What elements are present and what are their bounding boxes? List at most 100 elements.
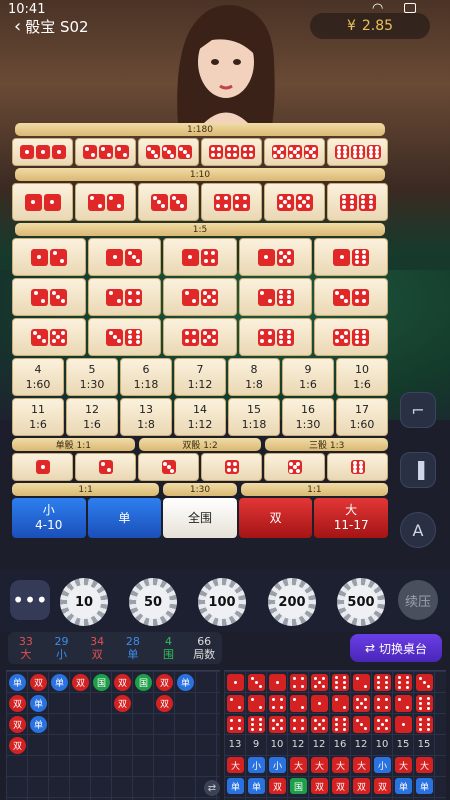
history-tag: 单 <box>248 778 265 794</box>
chip-10[interactable]: 10 <box>60 578 108 626</box>
total-bet-6[interactable]: 6 1:18 <box>120 358 172 396</box>
total-bet-5[interactable]: 5 1:30 <box>66 358 118 396</box>
triple-bet-1[interactable] <box>12 138 73 166</box>
chart-icon[interactable]: ▐ <box>400 452 436 488</box>
double-bet-5[interactable] <box>264 183 325 221</box>
total-bet-15[interactable]: 15 1:18 <box>228 398 280 436</box>
main-bets: 小 4-10 单 全围 双 大 11-17 <box>12 498 388 538</box>
bead: 单 <box>51 674 68 691</box>
triple-bet-6[interactable] <box>327 138 388 166</box>
combo-bet-1-2[interactable] <box>12 238 86 276</box>
die-face-5-icon <box>287 460 302 474</box>
stats-panel: 33 大 29 小 34 双 28 单 4 围 66 局数 <box>8 632 222 664</box>
any-triple-payout: 1:30 <box>163 483 237 496</box>
history-tag: 单 <box>395 778 412 794</box>
die-face-3-icon <box>150 193 168 211</box>
total-bet-13[interactable]: 13 1:8 <box>120 398 172 436</box>
double-bet-6[interactable] <box>327 183 388 221</box>
chip-500[interactable]: 500 <box>337 578 385 626</box>
single-die-bet-6[interactable] <box>327 453 388 481</box>
combo-bet-1-5[interactable] <box>238 238 313 276</box>
chevron-left-icon[interactable]: ‹ <box>14 16 21 37</box>
combo-bet-3-4[interactable] <box>314 278 388 316</box>
combo-bet-3-5[interactable] <box>12 318 86 356</box>
total-bet-10[interactable]: 10 1:6 <box>336 358 388 396</box>
switch-table-button[interactable]: ⇄ 切换桌台 <box>350 634 442 662</box>
combo-bet-2-6[interactable] <box>238 278 313 316</box>
total-payout: 1:8 <box>137 418 155 431</box>
double-bet-3[interactable] <box>138 183 199 221</box>
die-face-5-icon <box>271 145 286 159</box>
total-bet-8[interactable]: 8 1:8 <box>228 358 280 396</box>
combo-bet-1-4[interactable] <box>163 238 237 276</box>
total-number: 11 <box>31 403 45 416</box>
total-bet-4[interactable]: 4 1:60 <box>12 358 64 396</box>
die-face-3-icon <box>125 248 143 266</box>
single-die-bet-1[interactable] <box>12 453 73 481</box>
total-bet-14[interactable]: 14 1:12 <box>174 398 226 436</box>
single-die-bet-2[interactable] <box>75 453 136 481</box>
even-bet-button[interactable]: 双 <box>238 498 313 538</box>
auto-icon[interactable]: A <box>400 512 436 548</box>
table-title: 骰宝 S02 <box>25 17 89 36</box>
swap-icon[interactable]: ⇄ <box>204 780 220 796</box>
triple-bet-2[interactable] <box>75 138 136 166</box>
chip-50[interactable]: 50 <box>129 578 177 626</box>
die-face-1-icon <box>30 248 48 266</box>
double-bet-1[interactable] <box>12 183 73 221</box>
total-payout: 1:30 <box>295 418 321 431</box>
chip-100[interactable]: 100 <box>198 578 246 626</box>
die-face-1-icon <box>181 248 199 266</box>
stat-label: 单 <box>127 648 139 661</box>
combo-bet-4-6[interactable] <box>238 318 313 356</box>
triple-bet-4[interactable] <box>201 138 262 166</box>
history-tag: 双 <box>353 778 370 794</box>
bead: 单 <box>30 695 47 712</box>
battery-icon <box>404 3 416 13</box>
combo-bet-3-6[interactable] <box>87 318 162 356</box>
big-bet-button[interactable]: 大 11-17 <box>314 498 388 538</box>
history-tag: 大 <box>353 757 370 773</box>
bead: 双 <box>114 674 131 691</box>
total-bet-17[interactable]: 17 1:60 <box>336 398 388 436</box>
history-die-6-icon <box>416 716 433 733</box>
total-bet-9[interactable]: 9 1:6 <box>282 358 334 396</box>
total-bet-11[interactable]: 11 1:6 <box>12 398 64 436</box>
double-bet-4[interactable] <box>201 183 262 221</box>
odd-bet-button[interactable]: 单 <box>87 498 162 538</box>
combo-bet-2-3[interactable] <box>12 278 86 316</box>
die-face-2-icon <box>257 288 275 306</box>
stat-count: 33 <box>18 635 33 648</box>
combo-bet-2-4[interactable] <box>87 278 162 316</box>
stat-label: 大 <box>20 648 32 661</box>
single-die-bet-5[interactable] <box>264 453 325 481</box>
total-bet-12[interactable]: 12 1:6 <box>66 398 118 436</box>
triple-bet-5[interactable] <box>264 138 325 166</box>
small-bet-button[interactable]: 小 4-10 <box>12 498 86 538</box>
history-sum: 9 <box>252 739 260 750</box>
combo-bet-2-5[interactable] <box>163 278 237 316</box>
combo-bet-1-3[interactable] <box>87 238 162 276</box>
stat-count: 34 <box>90 635 105 648</box>
total-payout: 1:6 <box>299 378 317 391</box>
single-die-bet-4[interactable] <box>201 453 262 481</box>
history-die-4-icon <box>290 716 307 733</box>
triple-bet-3[interactable] <box>138 138 199 166</box>
total-bet-7[interactable]: 7 1:12 <box>174 358 226 396</box>
chip-value: 200 <box>275 585 309 619</box>
combo-bet-5-6[interactable] <box>314 318 388 356</box>
combo-row <box>12 278 388 316</box>
chip-value: 50 <box>136 585 170 619</box>
combo-bet-1-6[interactable] <box>314 238 388 276</box>
chip-200[interactable]: 200 <box>268 578 316 626</box>
any-triple-bet-button[interactable]: 全围 <box>163 498 237 538</box>
total-bet-16[interactable]: 16 1:30 <box>282 398 334 436</box>
die-face-2-icon <box>98 460 113 474</box>
rebet-button[interactable]: 续压 <box>398 580 438 620</box>
more-button[interactable]: ••• <box>10 580 50 620</box>
combo-bet-4-5[interactable] <box>163 318 237 356</box>
shrink-icon[interactable]: ⌐ <box>400 392 436 428</box>
single-die-bet-3[interactable] <box>138 453 199 481</box>
double-bet-2[interactable] <box>75 183 136 221</box>
die-face-5-icon <box>295 193 313 211</box>
